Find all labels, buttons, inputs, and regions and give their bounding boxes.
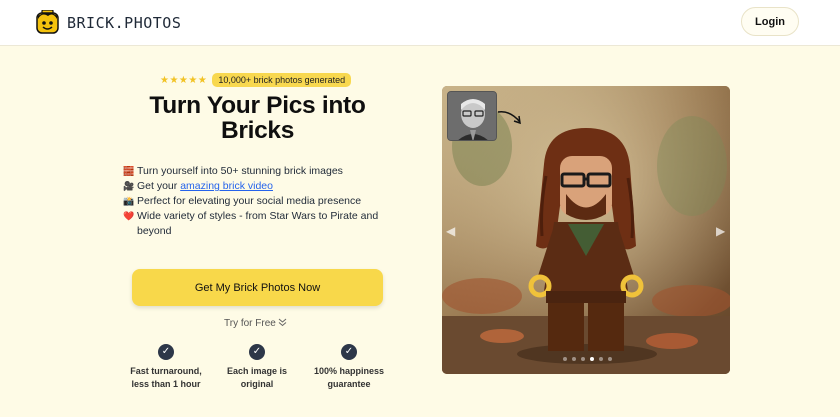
photos-generated-badge: 10,000+ brick photos generated [212,73,352,87]
carousel-prev-icon[interactable]: ◀ [446,224,455,238]
hero-headline: Turn Your Pics into Bricks [149,92,366,144]
check-icon: ✓ [158,344,174,360]
perk-line: 100% happiness [313,366,385,376]
try-for-free-link[interactable]: Try for Free [224,318,287,329]
try-for-free-label: Try for Free [224,318,276,329]
top-navbar: BRICK.PHOTOS Login [0,0,840,46]
perk-fast-turnaround: ✓ Fast turnaround, less than 1 hour [121,344,211,391]
perk-line: less than 1 hour [131,379,201,389]
rating-row: ★★★★★ 10,000+ brick photos generated [160,73,352,87]
original-portrait-thumbnail [447,91,497,141]
perk-line: Each image is [226,366,288,376]
perk-line: original [240,379,274,389]
perk-line: guarantee [327,379,371,389]
brick-face-logo-icon [36,9,59,35]
carousel-dot[interactable] [563,357,567,361]
perk-line: Fast turnaround, [130,366,202,376]
feature-text: Wide variety of styles - from Star Wars … [137,210,379,237]
heart-icon: ❤️ [123,211,135,221]
brick-icon: 🧱 [123,166,135,176]
feature-item: 🎥 Get your amazing brick video [123,179,385,194]
five-star-rating-icon: ★★★★★ [160,74,208,86]
perk-original-image: ✓ Each image is original [212,344,302,391]
carousel-dot[interactable] [581,357,585,361]
get-brick-photos-button[interactable]: Get My Brick Photos Now [132,269,383,306]
feature-text: Perfect for elevating your social media … [137,195,362,207]
perk-happiness-guarantee: ✓ 100% happiness guarantee [304,344,394,391]
double-chevron-down-icon [278,318,287,329]
brand-name: BRICK.PHOTOS [67,13,182,32]
feature-text-prefix: Get your [137,180,181,192]
carousel-dot[interactable] [608,357,612,361]
feature-list: 🧱 Turn yourself into 50+ stunning brick … [123,164,385,239]
camera-icon: 📸 [123,196,135,206]
curved-arrow-icon [496,108,524,135]
check-icon: ✓ [341,344,357,360]
carousel-dot[interactable] [572,357,576,361]
carousel-dot[interactable] [590,357,594,361]
carousel-dots [563,357,612,361]
feature-text: Turn yourself into 50+ stunning brick im… [137,165,343,177]
feature-text: Get your amazing brick video [137,179,273,194]
brick-video-link[interactable]: amazing brick video [180,180,273,192]
carousel-dot[interactable] [599,357,603,361]
feature-item: 🧱 Turn yourself into 50+ stunning brick … [123,164,385,179]
feature-item: 📸 Perfect for elevating your social medi… [123,194,385,209]
login-button[interactable]: Login [741,7,799,36]
brand-home-link[interactable]: BRICK.PHOTOS [36,9,182,35]
carousel-next-icon[interactable]: ▶ [716,224,725,238]
feature-item: ❤️ Wide variety of styles - from Star Wa… [123,209,385,239]
brick-photo-carousel[interactable]: ◀ ▶ [442,86,730,374]
check-icon: ✓ [249,344,265,360]
film-icon: 🎥 [123,181,135,191]
